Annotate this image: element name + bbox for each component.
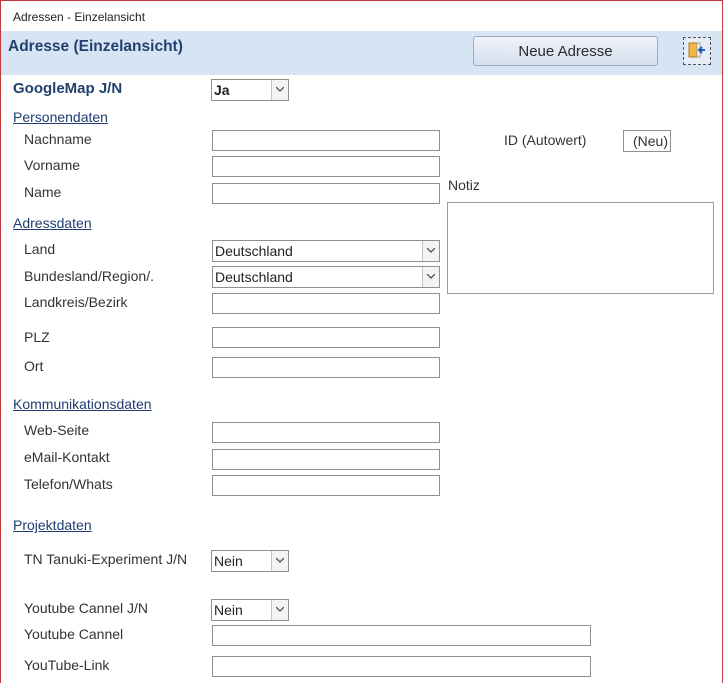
vorname-field[interactable] [212,156,440,177]
id-label: ID (Autowert) [504,132,587,148]
tn-select[interactable]: Nein [211,550,289,572]
notiz-label: Notiz [448,177,480,193]
nachname-label: Nachname [24,131,92,147]
window-title: Adressen - Einzelansicht [13,10,146,24]
section-adressdaten: Adressdaten [13,215,92,231]
yt-jn-select[interactable]: Nein [211,599,289,621]
web-field[interactable] [212,422,440,443]
landkreis-label: Landkreis/Bezirk [24,294,128,310]
land-value: Deutschland [215,243,293,259]
exit-door-icon [688,42,705,58]
nachname-field[interactable] [212,130,440,151]
plz-field[interactable] [212,327,440,348]
googlemap-label: GoogleMap J/N [13,80,123,97]
bundesland-select[interactable]: Deutschland [212,266,440,288]
bundesland-label: Bundesland/Region/. [24,268,154,284]
plz-label: PLZ [24,329,50,345]
form-title: Adresse (Einzelansicht) [8,38,183,55]
web-label: Web-Seite [24,422,90,438]
notiz-textarea[interactable] [447,202,714,294]
exit-button[interactable] [683,37,711,65]
landkreis-field[interactable] [212,293,440,314]
new-address-button[interactable]: Neue Adresse [473,36,658,66]
chevron-down-icon[interactable] [271,80,288,100]
tn-value: Nein [214,553,243,569]
googlemap-value: Ja [214,82,230,98]
email-field[interactable] [212,449,440,470]
section-kommunikationsdaten: Kommunikationsdaten [13,396,152,412]
chevron-down-icon[interactable] [271,551,288,571]
id-field: (Neu) [623,130,671,152]
yt-jn-value: Nein [214,602,243,618]
land-label: Land [24,241,56,257]
land-select[interactable]: Deutschland [212,240,440,262]
vorname-label: Vorname [24,157,81,173]
yt-link-label: YouTube-Link [24,657,110,673]
name-label: Name [24,184,62,200]
section-projektdaten: Projektdaten [13,517,92,533]
window-titlebar: Adressen - Einzelansicht [1,1,722,31]
googlemap-select[interactable]: Ja [211,79,289,101]
id-value: (Neu) [632,133,668,149]
telefon-label: Telefon/Whats [24,476,113,492]
chevron-down-icon[interactable] [422,241,439,261]
telefon-field[interactable] [212,475,440,496]
name-field[interactable] [212,183,440,204]
yt-link-field[interactable] [212,656,591,677]
chevron-down-icon[interactable] [271,600,288,620]
email-label: eMail-Kontakt [24,449,110,465]
ort-label: Ort [24,358,44,374]
chevron-down-icon[interactable] [422,267,439,287]
yt-cannel-field[interactable] [212,625,591,646]
tn-label: TN Tanuki-Experiment J/N [24,551,188,567]
yt-jn-label: Youtube Cannel J/N [24,600,149,616]
ort-field[interactable] [212,357,440,378]
section-personendaten: Personendaten [13,109,108,125]
yt-cannel-label: Youtube Cannel [24,626,124,642]
bundesland-value: Deutschland [215,269,293,285]
